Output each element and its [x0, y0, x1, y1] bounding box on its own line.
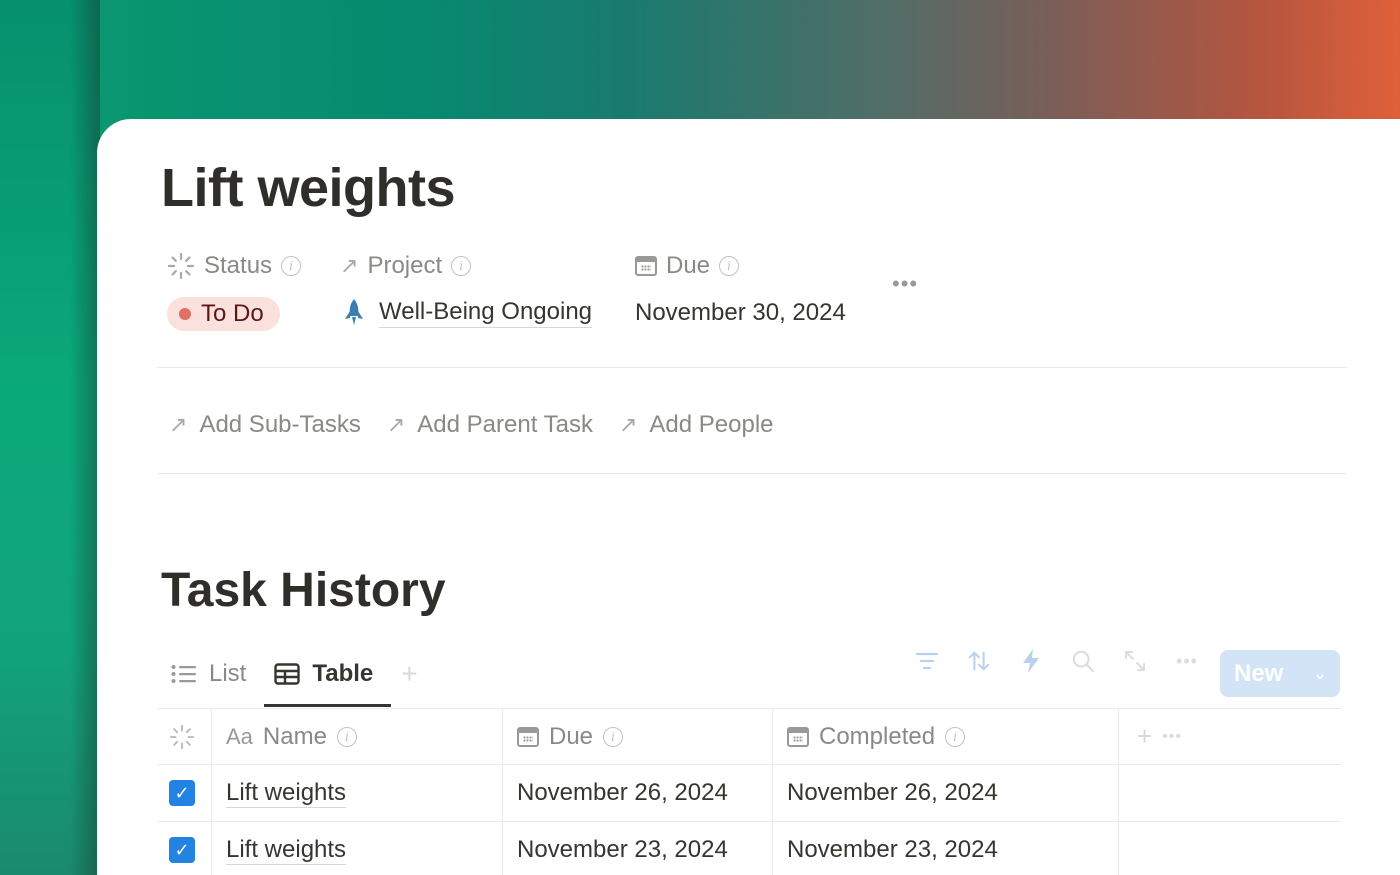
sort-icon[interactable]: [967, 649, 991, 673]
add-parent-task-button[interactable]: ↗ Add Parent Task: [387, 411, 593, 439]
column-due-label: Due: [549, 722, 594, 750]
task-name-link[interactable]: Lift weights: [226, 836, 347, 865]
project-value[interactable]: Well-Being Ongoing: [343, 297, 593, 328]
more-icon[interactable]: •••: [1175, 649, 1199, 673]
add-people-label: Add People: [649, 411, 774, 438]
table-row[interactable]: ✓ Lift weights November 23, 2024 Novembe…: [157, 822, 1341, 875]
page-title: Lift weights: [161, 158, 455, 218]
rocket-icon: [345, 298, 363, 325]
status-value: To Do: [201, 300, 264, 327]
background-left-strip: [0, 0, 100, 875]
add-sub-tasks-button[interactable]: ↗ Add Sub-Tasks: [169, 411, 361, 439]
calendar-icon: [635, 256, 657, 276]
new-button-label: New: [1234, 659, 1284, 687]
table-header-row: Aa Name i Due i Completed i + •••: [157, 708, 1341, 765]
page-card: Lift weights Status i ↗ Project i Due i …: [97, 119, 1400, 875]
due-cell[interactable]: November 26, 2024: [503, 765, 773, 821]
list-icon: [171, 665, 196, 683]
expand-icon[interactable]: [1123, 649, 1147, 673]
completed-cell[interactable]: November 26, 2024: [773, 765, 1119, 821]
table-row[interactable]: ✓ Lift weights November 26, 2024 Novembe…: [157, 765, 1341, 822]
header-actions-cell: + •••: [1119, 709, 1341, 764]
info-icon[interactable]: i: [945, 726, 966, 747]
property-due-header[interactable]: Due i: [635, 252, 740, 280]
relation-arrow-icon: ↗: [340, 253, 359, 278]
search-icon[interactable]: [1071, 649, 1095, 673]
divider: [157, 367, 1347, 368]
done-cell: ✓: [157, 765, 212, 821]
add-view-button[interactable]: +: [401, 658, 417, 690]
relation-arrow-icon: ↗: [169, 412, 188, 437]
active-tab-indicator: [264, 704, 391, 707]
status-icon: [167, 252, 195, 280]
due-value[interactable]: November 30, 2024: [635, 299, 846, 327]
add-sub-tasks-label: Add Sub-Tasks: [199, 411, 361, 438]
info-icon[interactable]: i: [719, 256, 740, 276]
project-link[interactable]: Well-Being Ongoing: [379, 297, 593, 328]
new-button[interactable]: New ⌄: [1220, 650, 1340, 697]
status-icon: [169, 724, 195, 749]
tab-list-label: List: [209, 660, 247, 687]
completed-cell[interactable]: November 23, 2024: [773, 822, 1119, 875]
info-icon[interactable]: i: [336, 726, 357, 747]
relations-row: ↗ Add Sub-Tasks ↗ Add Parent Task ↗ Add …: [169, 411, 774, 439]
chevron-down-icon[interactable]: ⌄: [1300, 664, 1340, 684]
relation-arrow-icon: ↗: [618, 412, 638, 437]
tab-list[interactable]: List: [171, 656, 246, 692]
view-tabs: List Table +: [171, 656, 418, 692]
table-toolbar: •••: [915, 649, 1199, 673]
property-project-header[interactable]: ↗ Project i: [340, 252, 472, 280]
divider: [157, 473, 1347, 474]
column-more-button[interactable]: •••: [1162, 728, 1182, 746]
project-label: Project: [367, 252, 443, 279]
task-history-table: Aa Name i Due i Completed i + ••• ✓ Lift…: [157, 708, 1341, 875]
tab-table-label: Table: [312, 660, 374, 687]
info-icon[interactable]: i: [451, 256, 472, 276]
add-people-button[interactable]: ↗ Add People: [619, 411, 774, 439]
task-name-link[interactable]: Lift weights: [226, 779, 347, 808]
column-completed-label: Completed: [819, 722, 936, 750]
due-label: Due: [666, 252, 711, 279]
more-properties-button[interactable]: •••: [892, 271, 918, 297]
header-completed-cell[interactable]: Completed i: [773, 709, 1119, 764]
empty-cell: [1119, 765, 1341, 821]
status-label: Status: [204, 252, 273, 279]
table-icon: [274, 663, 301, 685]
name-cell: Lift weights: [212, 765, 503, 821]
due-cell[interactable]: November 23, 2024: [503, 822, 773, 875]
calendar-icon: [517, 726, 539, 747]
calendar-icon: [787, 726, 809, 747]
property-status-header[interactable]: Status i: [167, 252, 302, 280]
header-name-cell[interactable]: Aa Name i: [212, 709, 503, 764]
add-column-button[interactable]: +: [1137, 721, 1152, 752]
done-checkbox[interactable]: ✓: [169, 837, 195, 863]
info-icon[interactable]: i: [281, 256, 302, 276]
filter-icon[interactable]: [915, 649, 939, 673]
relation-arrow-icon: ↗: [386, 412, 406, 437]
section-title: Task History: [161, 564, 446, 617]
text-icon: Aa: [226, 723, 253, 749]
done-cell: ✓: [157, 822, 212, 875]
column-name-label: Name: [262, 722, 327, 750]
header-status-cell[interactable]: [157, 709, 212, 764]
empty-cell: [1119, 822, 1341, 875]
status-dot: [179, 308, 191, 320]
automation-icon[interactable]: [1019, 649, 1043, 673]
tab-table[interactable]: Table: [274, 656, 373, 692]
header-due-cell[interactable]: Due i: [503, 709, 773, 764]
done-checkbox[interactable]: ✓: [169, 780, 195, 806]
info-icon[interactable]: i: [603, 726, 624, 747]
name-cell: Lift weights: [212, 822, 503, 875]
add-parent-task-label: Add Parent Task: [417, 411, 593, 438]
status-badge[interactable]: To Do: [167, 297, 280, 331]
